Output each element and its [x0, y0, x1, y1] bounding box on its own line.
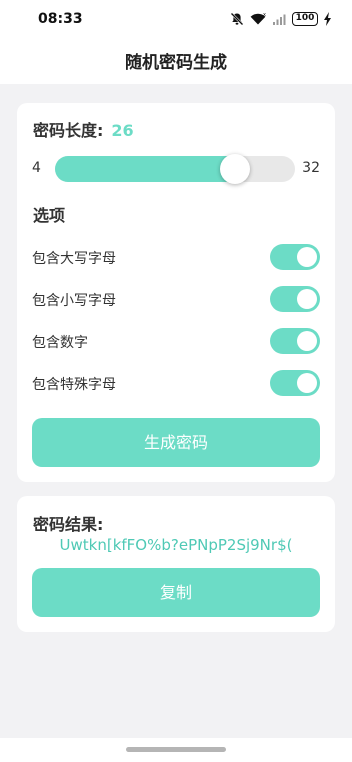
toggle-knob: [297, 289, 317, 309]
svg-text:x: x: [263, 12, 266, 18]
navigation-bar: [0, 738, 352, 762]
status-bar: 08:33 x 100: [0, 0, 352, 38]
toggle-knob: [297, 247, 317, 267]
mute-bell-icon: [230, 12, 244, 26]
toggle-knob: [297, 331, 317, 351]
page-title: 随机密码生成: [125, 53, 227, 73]
signal-icon: [273, 14, 286, 25]
length-slider[interactable]: [55, 154, 295, 184]
digits-toggle[interactable]: [270, 328, 320, 354]
status-time: 08:33: [38, 11, 83, 27]
result-card: 密码结果: Uwtkn[kfFO%b?ePNpP2Sj9Nr$( 复制: [17, 496, 335, 632]
slider-thumb[interactable]: [220, 154, 250, 184]
option-label: 包含数字: [32, 335, 88, 351]
option-label: 包含大写字母: [32, 251, 116, 267]
lowercase-toggle[interactable]: [270, 286, 320, 312]
slider-min-label: 4: [32, 160, 41, 176]
option-label: 包含特殊字母: [32, 377, 116, 393]
toggle-knob: [297, 373, 317, 393]
wifi-icon: x: [250, 12, 266, 25]
app-bar: 随机密码生成: [0, 38, 352, 84]
generate-password-button[interactable]: 生成密码: [32, 418, 320, 467]
option-label: 包含小写字母: [32, 293, 116, 309]
battery-icon: 100: [292, 12, 318, 26]
slider-fill: [55, 156, 239, 182]
charging-icon: [324, 12, 331, 26]
slider-max-label: 32: [302, 160, 320, 176]
generator-card: 密码长度: 26 4 32 选项 包含大写字母 包含小写字母 包含数字 包含特殊字…: [17, 103, 335, 482]
result-label: 密码结果:: [33, 515, 104, 534]
uppercase-toggle[interactable]: [270, 244, 320, 270]
password-result: Uwtkn[kfFO%b?ePNpP2Sj9Nr$(: [59, 536, 293, 554]
home-indicator[interactable]: [126, 747, 226, 752]
option-digits: 包含数字: [32, 328, 320, 354]
length-row: 密码长度: 26: [33, 117, 134, 141]
special-toggle[interactable]: [270, 370, 320, 396]
length-value: 26: [111, 121, 134, 140]
option-lowercase: 包含小写字母: [32, 286, 320, 312]
copy-button[interactable]: 复制: [32, 568, 320, 617]
options-title: 选项: [33, 206, 66, 225]
status-icons: x 100: [230, 10, 332, 28]
length-label: 密码长度:: [33, 121, 104, 140]
option-special: 包含特殊字母: [32, 370, 320, 396]
option-uppercase: 包含大写字母: [32, 244, 320, 270]
